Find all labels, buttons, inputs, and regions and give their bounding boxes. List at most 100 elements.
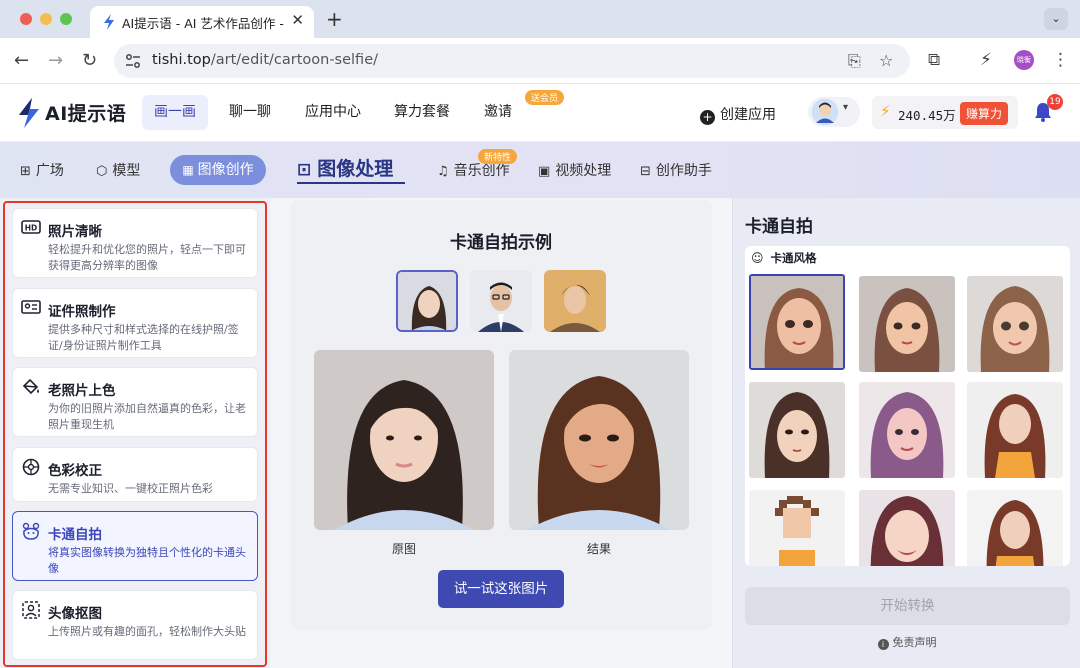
performance-icon[interactable]: ⚡ <box>980 50 992 70</box>
subnav-assistant[interactable]: ⊟ 创作助手 <box>640 160 712 180</box>
tool-color-correction[interactable]: 色彩校正 无需专业知识、一键校正照片色彩 <box>12 447 258 502</box>
install-app-icon[interactable]: ⎘ <box>848 51 861 71</box>
subnav-image-create[interactable]: ▦ 图像创作 <box>170 155 266 185</box>
style-option-4[interactable] <box>749 382 845 478</box>
tool-title: 照片清晰 <box>48 224 102 240</box>
notification-badge: 19 <box>1047 94 1063 110</box>
nav-app-center[interactable]: 应用中心 <box>293 95 373 130</box>
site-header: AI提示语 画一画 聊一聊 应用中心 算力套餐 邀请 送会员 + 创建应用 ▾ ⚡… <box>0 84 1080 142</box>
window-minimize-button[interactable] <box>40 13 52 25</box>
info-icon: i <box>877 639 889 650</box>
cartoon-face-icon <box>21 522 41 540</box>
tool-colorize[interactable]: 老照片上色 为你的旧照片添加自然逼真的色彩，让老照片重现生机 <box>12 367 258 437</box>
subnav-models[interactable]: ⬡ 模型 <box>96 160 140 180</box>
plus-circle-icon: + <box>700 110 715 125</box>
subnav-assistant-label: 创作助手 <box>655 163 712 179</box>
example-card: 卡通自拍示例 原图 结果 试一试这张图片 <box>290 200 712 630</box>
tool-desc: 无需专业知识、一键校正照片色彩 <box>48 482 213 495</box>
style-option-6[interactable] <box>967 382 1063 478</box>
bolt-icon: ⚡ <box>880 102 891 120</box>
new-feature-badge: 新特性 <box>478 149 518 164</box>
tool-id-photo[interactable]: 证件照制作 提供多种尺寸和样式选择的在线护照/签证/身份证照片制作工具 <box>12 288 258 358</box>
active-tab-underline <box>297 182 405 184</box>
style-option-8[interactable] <box>859 490 955 566</box>
tool-desc: 将真实图像转换为独特且个性化的卡通头像 <box>48 546 246 575</box>
subnav-image-process[interactable]: ⊡ 图像处理 <box>297 154 393 181</box>
create-app-label: 创建应用 <box>720 107 776 123</box>
example-thumb-2[interactable] <box>470 270 532 332</box>
url-host: tishi.top <box>152 52 211 68</box>
tool-cartoon-selfie[interactable]: 卡通自拍 将真实图像转换为独特且个性化的卡通头像 <box>12 511 258 581</box>
site-settings-icon[interactable] <box>124 52 142 70</box>
cube-icon: ⬡ <box>96 164 108 179</box>
cartoon-face-icon: ☺ <box>751 251 764 265</box>
color-wheel-icon <box>21 458 41 476</box>
subnav-image-process-label: 图像处理 <box>317 158 394 180</box>
window-close-button[interactable] <box>20 13 32 25</box>
start-convert-button[interactable]: 开始转换 <box>745 587 1070 625</box>
tool-portrait-cutout[interactable]: 头像抠图 上传照片或有趣的面孔，轻松制作大头贴 <box>12 590 258 660</box>
bookmark-star-icon[interactable]: ☆ <box>879 51 893 70</box>
example-title: 卡通自拍示例 <box>450 233 552 253</box>
credits-box[interactable]: ⚡ 240.45万 赚算力 <box>872 96 1018 129</box>
example-thumb-1[interactable] <box>396 270 458 332</box>
user-menu[interactable]: ▾ <box>808 97 860 127</box>
subnav-video-label: 视频处理 <box>555 163 612 179</box>
tool-photo-enhance[interactable]: HD 照片清晰 轻松提升和优化您的照片，轻点一下即可获得更高分辨率的图像 <box>12 208 258 278</box>
logo-text[interactable]: AI提示语 <box>45 99 126 126</box>
nav-draw[interactable]: 画一画 <box>142 95 208 130</box>
subnav-square-label: 广场 <box>35 163 64 179</box>
url-text: tishi.top/art/edit/cartoon-selfie/ <box>152 52 378 68</box>
disclaimer-text: 免责声明 <box>892 636 937 649</box>
extensions-icon[interactable]: ⧉ <box>928 50 940 70</box>
forward-arrow-icon[interactable]: → <box>48 50 63 71</box>
earn-credits-button[interactable]: 赚算力 <box>960 102 1009 125</box>
tab-close-icon[interactable]: ✕ <box>291 11 304 29</box>
nav-plans[interactable]: 算力套餐 <box>382 95 462 130</box>
tool-desc: 提供多种尺寸和样式选择的在线护照/签证/身份证照片制作工具 <box>48 323 239 352</box>
original-caption: 原图 <box>391 542 416 556</box>
example-thumb-3[interactable] <box>544 270 606 332</box>
disclaimer-link[interactable]: i 免责声明 <box>733 634 1080 650</box>
style-option-5[interactable] <box>859 382 955 478</box>
tool-title: 卡通自拍 <box>48 527 102 543</box>
id-card-icon <box>21 299 41 317</box>
nav-invite[interactable]: 邀请 <box>472 95 524 130</box>
svg-text:HD: HD <box>25 224 38 233</box>
style-option-1[interactable] <box>749 274 845 370</box>
style-option-3[interactable] <box>967 276 1063 372</box>
tool-title: 色彩校正 <box>48 463 102 479</box>
avatar <box>812 99 838 125</box>
tool-title: 证件照制作 <box>48 304 116 320</box>
kebab-menu-icon[interactable]: ⋮ <box>1052 50 1069 70</box>
new-tab-button[interactable]: + <box>326 7 343 31</box>
subnav-video[interactable]: ▣ 视频处理 <box>538 160 611 180</box>
panel-title: 卡通自拍 <box>745 217 813 237</box>
create-app-button[interactable]: + 创建应用 <box>700 104 776 125</box>
grid-icon: ⊞ <box>20 164 31 179</box>
try-this-image-button[interactable]: 试一试这张图片 <box>438 570 564 608</box>
address-bar[interactable]: tishi.top/art/edit/cartoon-selfie/ ⎘ ☆ <box>114 44 910 78</box>
style-picker: ☺ 卡通风格 <box>745 246 1070 566</box>
tab-search-button[interactable]: ⌄ <box>1044 8 1068 30</box>
example-area: 卡通自拍示例 原图 结果 试一试这张图片 <box>270 198 732 668</box>
logo-bolt-icon[interactable] <box>18 98 40 128</box>
style-option-9[interactable] <box>967 490 1063 566</box>
profile-avatar[interactable]: 晓衡 <box>1014 50 1034 70</box>
image-process-icon: ⊡ <box>297 160 312 180</box>
subnav-square[interactable]: ⊞ 广场 <box>20 160 64 180</box>
nav-chat[interactable]: 聊一聊 <box>217 95 283 130</box>
back-arrow-icon[interactable]: ← <box>14 50 29 71</box>
tool-desc: 上传照片或有趣的面孔，轻松制作大头贴 <box>48 625 246 638</box>
style-option-2[interactable] <box>859 276 955 372</box>
window-zoom-button[interactable] <box>60 13 72 25</box>
tool-desc: 轻松提升和优化您的照片，轻点一下即可获得更高分辨率的图像 <box>48 243 246 272</box>
browser-tab[interactable]: AI提示语 - AI 艺术作品创作 - ✕ <box>90 6 314 38</box>
favicon-bolt-icon <box>102 14 116 30</box>
style-option-7[interactable] <box>749 490 845 566</box>
portrait-cutout-icon <box>21 601 41 619</box>
invite-badge: 送会员 <box>525 90 565 105</box>
browser-tab-bar: AI提示语 - AI 艺术作品创作 - ✕ + ⌄ <box>0 0 1080 38</box>
result-image <box>509 350 689 530</box>
reload-icon[interactable]: ↻ <box>82 50 97 71</box>
